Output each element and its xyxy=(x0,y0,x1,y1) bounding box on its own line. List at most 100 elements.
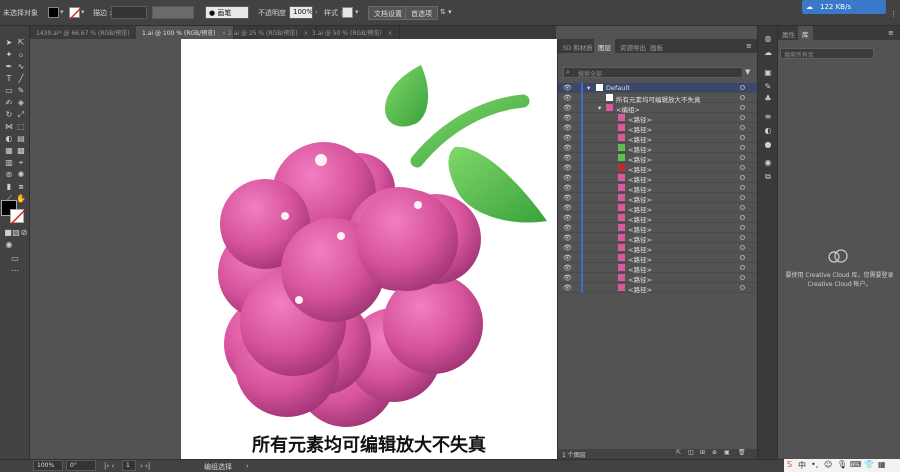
magic-wand-icon[interactable]: ✦ xyxy=(3,50,15,60)
more-tools-icon[interactable]: ⋯ xyxy=(9,266,21,276)
fill-swatch[interactable] xyxy=(48,7,59,18)
shape-builder-icon[interactable]: ◐ xyxy=(3,134,15,144)
symbols-icon[interactable]: ♣ xyxy=(762,94,774,104)
visibility-eye-icon[interactable]: 👁 xyxy=(563,144,572,152)
visibility-eye-icon[interactable]: 👁 xyxy=(563,224,572,232)
target-icon[interactable] xyxy=(740,215,745,220)
visibility-eye-icon[interactable]: 👁 xyxy=(563,164,572,172)
target-icon[interactable] xyxy=(740,245,745,250)
close-icon[interactable]: × xyxy=(388,30,393,37)
chevron-down-icon[interactable]: ▾ xyxy=(60,8,64,16)
visibility-eye-icon[interactable]: 👁 xyxy=(563,154,572,162)
layer-name[interactable]: <路径> xyxy=(628,284,652,294)
layer-row[interactable]: 👁 <路径> xyxy=(558,183,757,194)
visibility-eye-icon[interactable]: 👁 xyxy=(563,254,572,262)
layer-row[interactable]: 👁 <路径> xyxy=(558,163,757,174)
shaper-tool-icon[interactable]: ✍ xyxy=(3,98,15,108)
screen-mode-icon[interactable]: ▭ xyxy=(9,254,21,264)
image-icon[interactable]: ▣ xyxy=(762,68,774,78)
visibility-eye-icon[interactable]: 👁 xyxy=(563,124,572,132)
layer-search-input[interactable]: 搜索全部 xyxy=(563,67,743,78)
new-layer-icon[interactable]: ⊕ xyxy=(712,449,717,456)
chevron-down-icon[interactable]: ▾ xyxy=(587,84,590,92)
symbol-sprayer-icon[interactable]: ✺ xyxy=(15,170,27,180)
layer-row[interactable]: 👁 <路径> xyxy=(558,223,757,234)
document-settings-button[interactable]: 文档设置 xyxy=(368,6,408,20)
layer-row-group[interactable]: 👁 ▾ <编组> xyxy=(558,103,757,114)
appearance-icon[interactable]: ◐ xyxy=(762,126,774,136)
stroke-swatch[interactable] xyxy=(69,7,81,19)
target-icon[interactable] xyxy=(740,235,745,240)
punctuation-icon[interactable]: •, xyxy=(811,460,818,469)
emoji-icon[interactable]: ☺ xyxy=(824,460,832,469)
visibility-eye-icon[interactable]: 👁 xyxy=(563,134,572,142)
visibility-eye-icon[interactable]: 👁 xyxy=(563,194,572,202)
tab-asset-export[interactable]: 资源导出 xyxy=(616,39,650,53)
target-icon[interactable] xyxy=(740,165,745,170)
style-swatch[interactable] xyxy=(342,7,353,18)
direct-selection-tool-icon[interactable]: ⇱ xyxy=(15,38,27,48)
paintbrush-icon[interactable]: ✎ xyxy=(15,86,27,96)
variable-width-field[interactable] xyxy=(152,6,194,19)
zoom-field[interactable]: 100% xyxy=(33,460,63,471)
brush-panel-icon[interactable]: ✎ xyxy=(762,82,774,92)
visibility-eye-icon[interactable]: 👁 xyxy=(563,184,572,192)
target-icon[interactable] xyxy=(740,195,745,200)
visibility-eye-icon[interactable]: 👁 xyxy=(563,204,572,212)
tab-document[interactable]: 1.ai @ 100 % (RGB/预览) × xyxy=(136,26,234,39)
visibility-eye-icon[interactable]: 👁 xyxy=(563,114,572,122)
layer-row[interactable]: 👁 <路径> xyxy=(558,283,757,294)
visibility-eye-icon[interactable]: 👁 xyxy=(563,244,572,252)
layer-row[interactable]: 👁 <路径> xyxy=(558,273,757,284)
new-sublayer-icon[interactable]: ⊞ xyxy=(700,449,705,456)
visibility-eye-icon[interactable]: 👁 xyxy=(563,264,572,272)
target-icon[interactable] xyxy=(740,105,745,110)
tab-libraries[interactable]: 库 xyxy=(798,26,813,40)
arrange-icon[interactable]: ⇅ ▾ xyxy=(440,8,452,16)
panel-menu-icon[interactable]: ≡ xyxy=(888,29,894,37)
layer-row[interactable]: 👁 <路径> xyxy=(558,133,757,144)
opacity-field[interactable]: 100% xyxy=(289,6,313,19)
target-icon[interactable] xyxy=(740,265,745,270)
curvature-tool-icon[interactable]: ∿ xyxy=(15,62,27,72)
live-paint-icon[interactable]: ▤ xyxy=(15,134,27,144)
target-icon[interactable] xyxy=(740,155,745,160)
scale-tool-icon[interactable]: ⤢ xyxy=(15,110,27,120)
mesh-tool-icon[interactable]: ▩ xyxy=(15,146,27,156)
target-icon[interactable] xyxy=(740,225,745,230)
layer-row[interactable]: 👁 <路径> xyxy=(558,263,757,274)
visibility-eye-icon[interactable]: 👁 xyxy=(563,94,572,102)
toolbox-icon[interactable]: ▦ xyxy=(878,460,886,469)
target-icon[interactable] xyxy=(740,145,745,150)
visibility-eye-icon[interactable]: 👁 xyxy=(563,84,572,92)
library-search-input[interactable]: 搜索所有库 xyxy=(780,48,874,59)
brush-field[interactable]: ● 画笔 xyxy=(205,6,249,19)
sogou-ime-icon[interactable]: S xyxy=(787,460,792,469)
layer-row[interactable]: 👁 <路径> xyxy=(558,253,757,264)
chevron-right-icon[interactable]: › xyxy=(246,462,249,470)
cloud-library-icon[interactable]: ☁ xyxy=(762,48,774,58)
layer-row-default[interactable]: 👁 ▾ Default xyxy=(558,83,757,93)
visibility-eye-icon[interactable]: 👁 xyxy=(563,274,572,282)
tab-layers[interactable]: 图层 xyxy=(594,39,615,53)
layer-row[interactable]: 👁 <路径> xyxy=(558,213,757,224)
target-icon[interactable] xyxy=(740,275,745,280)
properties-icon[interactable]: ◍ xyxy=(762,34,774,44)
chevron-right-icon[interactable]: › xyxy=(315,8,318,16)
perspective-grid-icon[interactable]: ▦ xyxy=(3,146,15,156)
visibility-eye-icon[interactable]: 👁 xyxy=(563,174,572,182)
tab-properties[interactable]: 属性 xyxy=(778,26,799,40)
tab-document[interactable]: 3.ai @ 50 % (RGB/预览) × xyxy=(306,26,400,39)
visibility-eye-icon[interactable]: 👁 xyxy=(563,284,572,292)
target-icon[interactable] xyxy=(740,135,745,140)
gradient-tool-icon[interactable]: ▥ xyxy=(3,158,15,168)
chevron-down-icon[interactable]: ▾ xyxy=(81,8,85,16)
page-field[interactable]: 1 xyxy=(122,460,136,471)
rectangle-tool-icon[interactable]: ▭ xyxy=(3,86,15,96)
tab-document[interactable]: 2.ai @ 25 % (RGB/预览) × xyxy=(222,26,316,39)
eyedropper-icon[interactable]: ⌖ xyxy=(15,158,27,168)
clip-mask-icon[interactable]: ◫ xyxy=(688,449,694,456)
draw-mode-icon[interactable]: ◉ xyxy=(3,240,15,250)
selection-tool-icon[interactable]: ➤ xyxy=(3,38,15,48)
blend-tool-icon[interactable]: ⊚ xyxy=(3,170,15,180)
